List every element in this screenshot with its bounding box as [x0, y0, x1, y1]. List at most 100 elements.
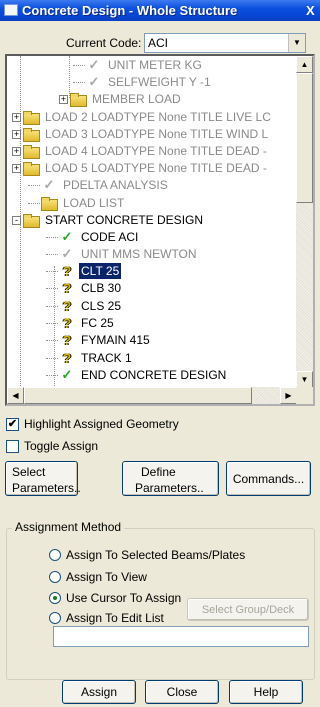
toggle-assign-checkbox[interactable]: [6, 439, 19, 453]
tree-item[interactable]: ✓ SELFWEIGHT Y -1: [73, 74, 213, 90]
tree-item[interactable]: ? FYMAIN 415: [46, 332, 152, 348]
tree-item[interactable]: ? CLB 30: [46, 280, 123, 296]
tree-item[interactable]: ✓ UNIT MMS NEWTON: [46, 246, 199, 262]
tree-item[interactable]: ? CLT 25: [46, 263, 122, 279]
toggle-assign-label: Toggle Assign: [24, 439, 99, 453]
tree-connector: [73, 64, 85, 66]
question-icon: ?: [62, 350, 72, 366]
scroll-thumb-horizontal[interactable]: [24, 387, 252, 404]
commands-button[interactable]: Commands...: [226, 461, 311, 496]
tree-item[interactable]: ? FC 25: [46, 315, 116, 331]
question-icon: ?: [62, 298, 72, 314]
tree-item-label: CLT 25: [79, 263, 122, 279]
radio-assign-edit-list[interactable]: Assign To Edit List: [49, 610, 164, 626]
assign-button[interactable]: Assign: [62, 680, 136, 704]
help-button-label: Help: [253, 685, 279, 699]
tree-item[interactable]: ✓ END CONCRETE DESIGN: [46, 367, 228, 383]
tree-connector: [46, 236, 58, 238]
tree-item-label: SELFWEIGHT Y -1: [108, 75, 211, 89]
highlight-assigned-checkbox-row[interactable]: ✔ Highlight Assigned Geometry: [6, 416, 179, 432]
folder-icon: [70, 93, 87, 107]
tree-horizontal-scrollbar[interactable]: ◀ ▶: [7, 387, 297, 404]
radio-label: Assign To View: [66, 570, 147, 584]
select-parameters-button[interactable]: Select Parameters..: [5, 461, 81, 496]
current-code-row: Current Code: ACI ▼: [0, 33, 320, 55]
assign-button-label: Assign: [80, 685, 118, 699]
radio-button[interactable]: [49, 549, 61, 561]
scroll-down-button[interactable]: ▼: [296, 371, 313, 388]
scrollbar-corner: [296, 387, 313, 404]
current-code-select[interactable]: ACI ▼: [144, 33, 306, 53]
title-bar[interactable]: Concrete Design - Whole Structure X: [0, 0, 320, 21]
tree-item-label: UNIT MMS NEWTON: [81, 247, 197, 261]
radio-assign-view[interactable]: Assign To View: [49, 569, 147, 585]
tree-item[interactable]: + LOAD 4 LOADTYPE None TITLE DEAD -: [12, 143, 269, 159]
expand-icon[interactable]: +: [12, 129, 21, 139]
scroll-right-button[interactable]: ▶: [280, 387, 297, 404]
close-button-label: Close: [166, 685, 198, 699]
tree-connector: [46, 253, 58, 255]
command-tree[interactable]: ✓ UNIT METER KG ✓ SELFWEIGHT Y -1 + MEMBER LO…: [5, 54, 315, 406]
tree-connector: [46, 339, 58, 341]
chevron-down-icon[interactable]: ▼: [288, 34, 305, 52]
tree-item-label: END CONCRETE DESIGN: [81, 368, 227, 382]
select-parameters-line1: Select: [12, 464, 46, 479]
tree-item-label: FC 25: [81, 316, 114, 330]
tree-item[interactable]: + LOAD 5 LOADTYPE None TITLE DEAD -: [12, 160, 269, 176]
tree-connector: [28, 184, 40, 186]
tree-item[interactable]: ? CLS 25: [46, 298, 123, 314]
highlight-assigned-checkbox[interactable]: ✔: [6, 417, 19, 431]
tree-item[interactable]: ✓ CODE ACI: [46, 229, 140, 245]
toggle-assign-checkbox-row[interactable]: Toggle Assign: [6, 438, 98, 454]
expand-icon[interactable]: +: [12, 112, 21, 122]
tree-item[interactable]: - START CONCRETE DESIGN: [12, 212, 205, 228]
scroll-thumb[interactable]: [296, 73, 313, 203]
check-icon: ✓: [88, 57, 100, 72]
check-icon: ✓: [88, 74, 100, 89]
radio-button[interactable]: [49, 571, 61, 583]
expand-icon[interactable]: +: [12, 146, 21, 156]
edit-list-input[interactable]: [53, 626, 309, 647]
tree-item-label: LOAD 4 LOADTYPE None TITLE DEAD -: [45, 144, 267, 158]
expand-icon[interactable]: +: [59, 94, 68, 104]
help-button[interactable]: Help: [229, 680, 303, 704]
tree-connector: [46, 270, 58, 272]
tree-item[interactable]: ✓ PDELTA ANALYSIS: [28, 177, 170, 193]
radio-label: Assign To Edit List: [66, 611, 164, 625]
check-icon: ✓: [61, 246, 73, 261]
tree-item-label: MEMBER LOAD: [92, 92, 181, 106]
tree-vertical-scrollbar[interactable]: ▲ ▼: [296, 56, 313, 388]
tree-item-label: CODE ACI: [81, 230, 139, 244]
define-parameters-line2: Parameters..: [135, 480, 204, 495]
radio-use-cursor[interactable]: Use Cursor To Assign: [49, 590, 181, 606]
tree-item[interactable]: + LOAD 2 LOADTYPE None TITLE LIVE LC: [12, 109, 273, 125]
folder-icon: [23, 145, 40, 159]
expand-icon[interactable]: +: [12, 163, 21, 173]
tree-connector: [46, 357, 58, 359]
scroll-left-button[interactable]: ◀: [7, 387, 24, 404]
collapse-icon[interactable]: -: [12, 215, 21, 225]
highlight-assigned-label: Highlight Assigned Geometry: [24, 417, 179, 431]
close-window-button[interactable]: X: [306, 2, 320, 19]
close-button[interactable]: Close: [145, 680, 219, 704]
check-icon: ✓: [61, 229, 73, 244]
define-parameters-button[interactable]: Define Parameters..: [122, 461, 219, 496]
tree-item[interactable]: + MEMBER LOAD: [59, 91, 183, 107]
tree-item-label: PDELTA ANALYSIS: [63, 178, 168, 192]
tree-item[interactable]: + LOAD 3 LOADTYPE None TITLE WIND L: [12, 126, 270, 142]
folder-icon: [41, 197, 58, 211]
define-parameters-line1: Define: [141, 464, 176, 479]
tree-item[interactable]: ✓ UNIT METER KG: [73, 57, 204, 73]
tree-connector: [46, 287, 58, 289]
select-group-deck-button[interactable]: Select Group/Deck: [187, 598, 309, 621]
tree-item[interactable]: LOAD LIST: [28, 195, 126, 211]
tree-item-label: UNIT METER KG: [108, 58, 202, 72]
folder-icon: [23, 162, 40, 176]
tree-item[interactable]: ? TRACK 1: [46, 350, 134, 366]
question-icon: ?: [62, 280, 72, 296]
radio-assign-selected[interactable]: Assign To Selected Beams/Plates: [49, 547, 245, 563]
radio-button[interactable]: [49, 612, 61, 624]
scroll-up-button[interactable]: ▲: [296, 56, 313, 73]
tree-item-label: FYMAIN 415: [81, 333, 150, 347]
radio-button[interactable]: [49, 592, 61, 604]
